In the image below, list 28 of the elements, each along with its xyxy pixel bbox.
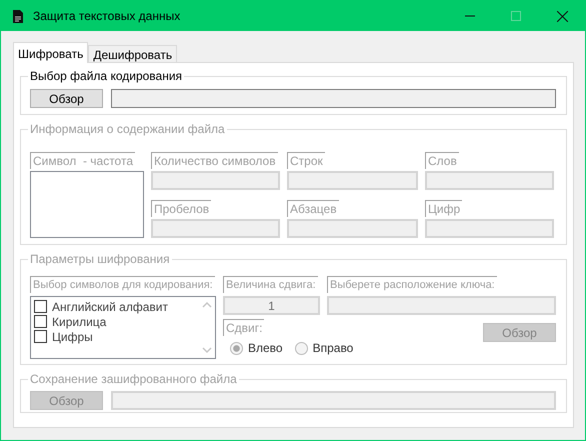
stat-label: Цифр: [425, 200, 462, 217]
stat-label: Количество символов: [151, 152, 278, 169]
radio-label: Влево: [248, 341, 283, 355]
close-icon: [556, 10, 568, 22]
radio-label: Вправо: [312, 341, 354, 355]
file-path-field[interactable]: [111, 89, 556, 108]
stat-label: Слов: [425, 152, 459, 169]
stat-label: Абзацев: [287, 200, 339, 217]
key-location-label: Выберете расположение ключа:: [327, 276, 497, 293]
checkbox-label: Кирилица: [52, 314, 106, 328]
browse-button[interactable]: Обзор: [30, 89, 103, 108]
window-title: Защита текстовых данных: [33, 9, 182, 23]
group-title: Выбор файла кодирования: [29, 69, 184, 83]
frequency-label: Символ - частота: [30, 152, 136, 169]
document-icon: [13, 10, 23, 22]
tab[interactable]: Шифровать: [13, 42, 88, 63]
stat-label: Пробелов: [151, 200, 212, 217]
direction-label: Сдвиг:: [223, 319, 264, 336]
tab[interactable]: Дешифровать: [88, 45, 178, 62]
stat-label: Строк: [287, 152, 325, 169]
maximize-icon: [511, 11, 521, 21]
checkbox-label: Английский алфавит: [52, 300, 168, 314]
group-title: Информация о содержании файла: [29, 122, 226, 136]
group-title: Сохранение зашифрованного файла: [29, 372, 238, 386]
checkbox-label: Цифры: [52, 330, 93, 344]
charset-label: Выбор символов для кодирования:: [30, 276, 215, 293]
group-title: Параметры шифрования: [29, 252, 171, 266]
shift-label: Величина сдвига:: [223, 276, 318, 293]
